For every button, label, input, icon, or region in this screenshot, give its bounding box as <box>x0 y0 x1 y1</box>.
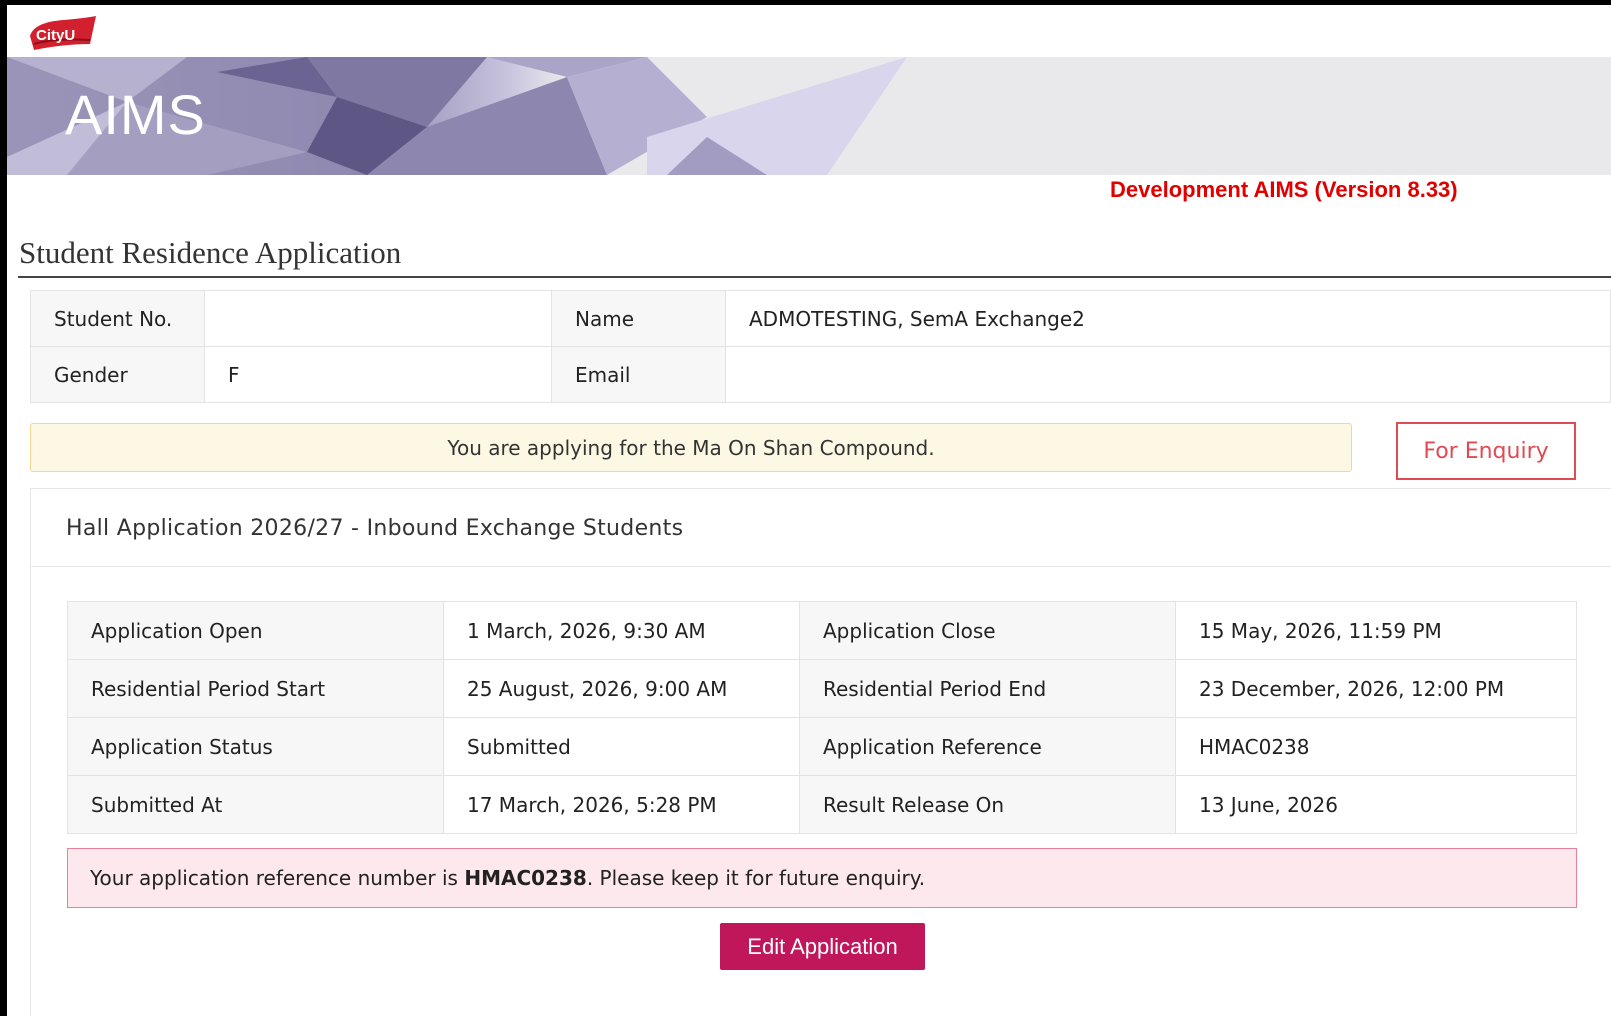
panel-title: Hall Application 2026/27 - Inbound Excha… <box>66 516 684 541</box>
gender-label: Gender <box>30 346 205 403</box>
detail-label: Result Release On <box>799 775 1176 834</box>
application-details-table: Application Open 1 March, 2026, 9:30 AM … <box>67 601 1577 834</box>
page-title: Student Residence Application <box>19 235 402 270</box>
cityu-logo[interactable]: CityU <box>24 14 100 54</box>
email-label: Email <box>551 346 726 403</box>
reference-alert: Your application reference number is HMA… <box>67 848 1577 908</box>
detail-value: 25 August, 2026, 9:00 AM <box>443 659 800 718</box>
detail-value: HMAC0238 <box>1175 717 1577 776</box>
detail-label: Application Close <box>799 601 1176 660</box>
alert-prefix: Your application reference number is <box>90 866 465 890</box>
detail-label: Residential Period End <box>799 659 1176 718</box>
gender-value: F <box>204 346 552 403</box>
name-label: Name <box>551 290 726 347</box>
detail-value: Submitted <box>443 717 800 776</box>
student-info-table: Student No. Name ADMOTESTING, SemA Excha… <box>30 290 1611 403</box>
detail-value: 23 December, 2026, 12:00 PM <box>1175 659 1577 718</box>
alert-reference: HMAC0238 <box>464 866 587 890</box>
email-value <box>725 346 1611 403</box>
detail-label: Application Reference <box>799 717 1176 776</box>
detail-label: Application Open <box>67 601 444 660</box>
detail-value: 1 March, 2026, 9:30 AM <box>443 601 800 660</box>
detail-value: 15 May, 2026, 11:59 PM <box>1175 601 1577 660</box>
name-value: ADMOTESTING, SemA Exchange2 <box>725 290 1611 347</box>
header-banner: AIMS <box>7 57 1611 175</box>
student-no-label: Student No. <box>30 290 205 347</box>
table-row: Residential Period Start 25 August, 2026… <box>67 659 1577 718</box>
detail-value: 13 June, 2026 <box>1175 775 1577 834</box>
detail-label: Residential Period Start <box>67 659 444 718</box>
logo-text: CityU <box>36 27 75 44</box>
title-divider <box>18 276 1611 278</box>
environment-label: Development AIMS (Version 8.33) <box>1110 177 1458 202</box>
detail-label: Submitted At <box>67 775 444 834</box>
table-row: Submitted At 17 March, 2026, 5:28 PM Res… <box>67 775 1577 834</box>
enquiry-button[interactable]: For Enquiry <box>1396 422 1576 480</box>
detail-label: Application Status <box>67 717 444 776</box>
compound-notice: You are applying for the Ma On Shan Comp… <box>30 423 1352 472</box>
table-row: Gender F Email <box>30 346 1611 403</box>
panel-header: Hall Application 2026/27 - Inbound Excha… <box>31 489 1611 567</box>
app-title: AIMS <box>65 83 206 146</box>
edit-application-button[interactable]: Edit Application <box>720 923 925 970</box>
detail-value: 17 March, 2026, 5:28 PM <box>443 775 800 834</box>
alert-suffix: . Please keep it for future enquiry. <box>586 866 926 890</box>
table-row: Application Status Submitted Application… <box>67 717 1577 776</box>
table-row: Application Open 1 March, 2026, 9:30 AM … <box>67 601 1577 660</box>
student-no-value <box>204 290 552 347</box>
table-row: Student No. Name ADMOTESTING, SemA Excha… <box>30 290 1611 347</box>
